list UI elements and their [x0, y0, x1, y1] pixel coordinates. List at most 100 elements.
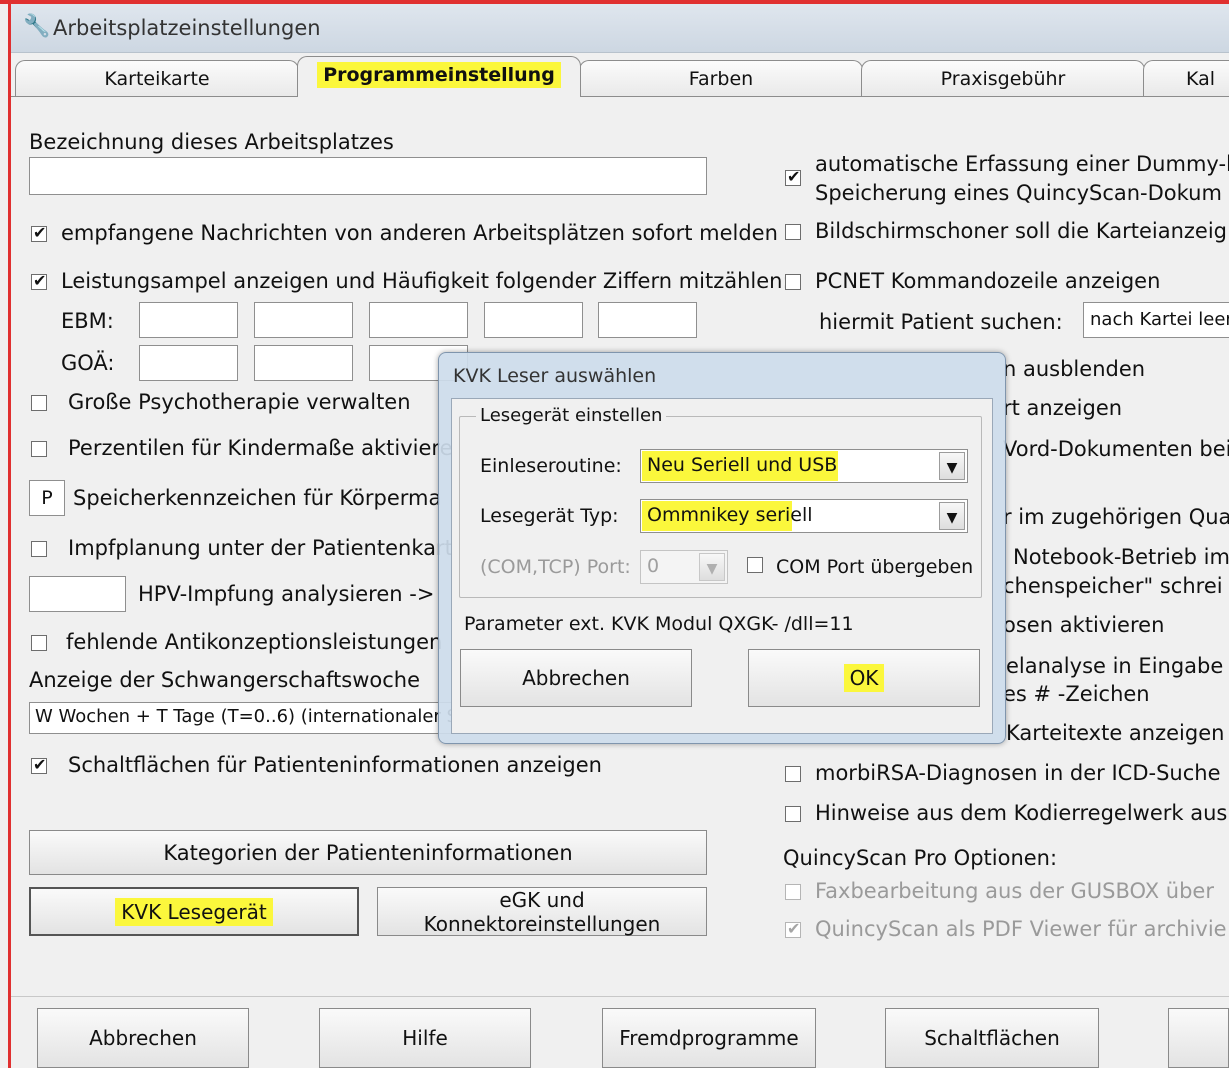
pdf-viewer-checkbox[interactable]: [785, 919, 801, 938]
ebm-input-4[interactable]: [484, 302, 583, 338]
settings-window: 🔧 Arbeitsplatzeinstellungen Karteikarte …: [0, 0, 1229, 1068]
morbirsa-label: morbiRSA-Diagnosen in der ICD-Suche: [815, 761, 1221, 785]
speicherkennzeichen-label: Speicherkennzeichen für Körperma: [73, 486, 442, 510]
next-button-partial[interactable]: [1168, 1008, 1229, 1068]
chevron-down-icon[interactable]: ▼: [939, 452, 965, 480]
tab-label: Kal: [1186, 68, 1216, 90]
tab-label: Karteikarte: [104, 68, 210, 90]
ausblenden-label: n ausblenden: [1003, 357, 1146, 381]
dummy-label-line1: automatische Erfassung einer Dummy-l: [815, 152, 1229, 176]
hpv-label: HPV-Impfung analysieren ->: [138, 582, 435, 606]
egk-button[interactable]: eGK und Konnektoreinstellungen: [377, 887, 707, 936]
notebook-label: Notebook-Betrieb im: [1013, 545, 1229, 569]
patient-suchen-label: hiermit Patient suchen:: [819, 310, 1063, 334]
dummy-checkbox[interactable]: [785, 167, 801, 186]
chevron-down-icon[interactable]: ▼: [939, 502, 965, 530]
goa-input-1[interactable]: [139, 345, 238, 381]
faxbearbeitung-checkbox[interactable]: [785, 884, 801, 900]
diagnosen-aktivieren-label: osen aktivieren: [1003, 613, 1165, 637]
bildschirmschoner-checkbox[interactable]: [785, 224, 801, 240]
faxbearbeitung-label: Faxbearbeitung aus der GUSBOX über: [815, 879, 1214, 903]
pcnet-checkbox[interactable]: [785, 274, 801, 290]
chevron-down-icon[interactable]: ▼: [699, 553, 725, 581]
tab-label: Programmeinstellung: [317, 62, 561, 88]
tab-label: Farben: [688, 68, 754, 90]
zeichen-label: es # -Zeichen: [1003, 682, 1150, 706]
ebm-input-1[interactable]: [139, 302, 238, 338]
ebm-input-5[interactable]: [598, 302, 697, 338]
speicherkennzeichen-input[interactable]: P: [29, 480, 65, 516]
dialog-ok-button[interactable]: OK: [748, 649, 980, 707]
schaltflaechen-button[interactable]: Schaltflächen: [885, 1008, 1099, 1068]
dialog-abbrechen-label: Abbrechen: [522, 666, 630, 690]
schwangerschaft-select[interactable]: W Wochen + T Tage (T=0..6) (internationa…: [29, 702, 459, 734]
abbrechen-button[interactable]: Abbrechen: [37, 1008, 249, 1068]
patient-suchen-value: nach Kartei leer: [1090, 309, 1229, 330]
goa-label: GOÄ:: [61, 351, 115, 375]
lesegeraet-group-title: Lesegerät einstellen: [476, 405, 667, 426]
tab-praxisgebuehr[interactable]: Praxisgebühr: [861, 60, 1145, 97]
einleseroutine-value: Neu Seriell und USB: [647, 454, 838, 476]
kodierregelwerk-label: Hinweise aus dem Kodierregelwerk aus: [815, 801, 1228, 825]
egk-button-label: eGK und Konnektoreinstellungen: [423, 887, 661, 936]
tab-kalender[interactable]: Kal: [1143, 60, 1229, 96]
bezeichnung-input[interactable]: [29, 157, 707, 195]
kvk-lesegeraet-button[interactable]: KVK Lesegerät: [29, 887, 359, 936]
goa-input-2[interactable]: [254, 345, 353, 381]
tab-programmeinstellung[interactable]: Programmeinstellung: [297, 56, 581, 97]
psychotherapie-checkbox[interactable]: [31, 395, 47, 411]
dummy-label-line2: Speicherung eines QuincyScan-Dokum: [815, 181, 1222, 205]
tab-farben[interactable]: Farben: [579, 60, 863, 97]
port-select[interactable]: 0 ▼: [640, 550, 728, 584]
port-value: 0: [647, 555, 660, 577]
leistungsampel-checkbox[interactable]: [31, 271, 47, 290]
lesegeraet-typ-label: Lesegerät Typ:: [480, 505, 619, 527]
schaltflaechen-label: Schaltflächen für Patienteninformationen…: [68, 753, 602, 777]
lesegeraet-typ-value: Ommnikey seriell: [647, 504, 813, 526]
antikonzeption-label: fehlende Antikonzeptionsleistungen: [66, 630, 443, 654]
ebm-input-3[interactable]: [369, 302, 468, 338]
com-port-checkbox[interactable]: [747, 557, 763, 573]
antikonzeption-checkbox[interactable]: [31, 635, 47, 651]
impfplanung-label: Impfplanung unter der Patientenkart: [68, 536, 453, 560]
word-dokumente-label: Vord-Dokumenten bei: [1003, 437, 1229, 461]
tab-karteikarte[interactable]: Karteikarte: [15, 60, 299, 97]
fremdprogramme-button[interactable]: Fremdprogramme: [602, 1008, 816, 1068]
kodierregelwerk-checkbox[interactable]: [785, 806, 801, 822]
quincyscan-options-title: QuincyScan Pro Optionen:: [783, 846, 1058, 870]
pdf-viewer-label: QuincyScan als PDF Viewer für archivie: [815, 917, 1227, 941]
hilfe-button[interactable]: Hilfe: [319, 1008, 531, 1068]
einleseroutine-label: Einleseroutine:: [480, 455, 622, 477]
kvk-dialog-body: Lesegerät einstellen Einleseroutine: Neu…: [451, 398, 993, 734]
ebm-input-2[interactable]: [254, 302, 353, 338]
kvk-button-label: KVK Lesegerät: [115, 897, 273, 926]
window-title: Arbeitsplatzeinstellungen: [53, 16, 321, 40]
schaltflaechen-button-label: Schaltflächen: [924, 1026, 1060, 1050]
title-bar[interactable]: 🔧 Arbeitsplatzeinstellungen: [11, 4, 1229, 53]
nachrichten-checkbox[interactable]: [31, 223, 47, 242]
dialog-ok-label: OK: [843, 664, 885, 692]
bezeichnung-label: Bezeichnung dieses Arbeitsplatzes: [29, 130, 394, 154]
schaltflaechen-checkbox[interactable]: [31, 755, 47, 774]
tab-label: Praxisgebühr: [940, 68, 1066, 90]
bildschirmschoner-label: Bildschirmschoner soll die Karteianzeig: [815, 219, 1228, 243]
einleseroutine-select[interactable]: Neu Seriell und USB ▼: [640, 449, 968, 483]
perzentilen-checkbox[interactable]: [31, 441, 47, 457]
wrench-icon: 🔧: [23, 14, 51, 39]
com-port-label: COM Port übergeben: [776, 556, 974, 578]
kvk-dialog: KVK Leser auswählen Lesegerät einstellen…: [438, 352, 1006, 744]
pcnet-label: PCNET Kommandozeile anzeigen: [815, 269, 1161, 293]
hilfe-button-label: Hilfe: [402, 1026, 448, 1050]
lesegeraet-typ-select[interactable]: Ommnikey seriell ▼: [640, 499, 968, 533]
patient-suchen-select[interactable]: nach Kartei leer: [1083, 302, 1229, 338]
kategorien-button-label: Kategorien der Patienteninformationen: [163, 840, 573, 865]
einzelanalyse-label: elanalyse in Eingabe: [1006, 654, 1224, 678]
speicherkennzeichen-value: P: [41, 487, 53, 509]
hpv-input[interactable]: [29, 576, 126, 612]
impfplanung-checkbox[interactable]: [31, 541, 47, 557]
kategorien-button[interactable]: Kategorien der Patienteninformationen: [29, 830, 707, 875]
morbirsa-checkbox[interactable]: [785, 766, 801, 782]
dialog-abbrechen-button[interactable]: Abbrechen: [460, 649, 692, 707]
ebm-label: EBM:: [61, 309, 114, 333]
kvk-dialog-title: KVK Leser auswählen: [453, 365, 657, 387]
